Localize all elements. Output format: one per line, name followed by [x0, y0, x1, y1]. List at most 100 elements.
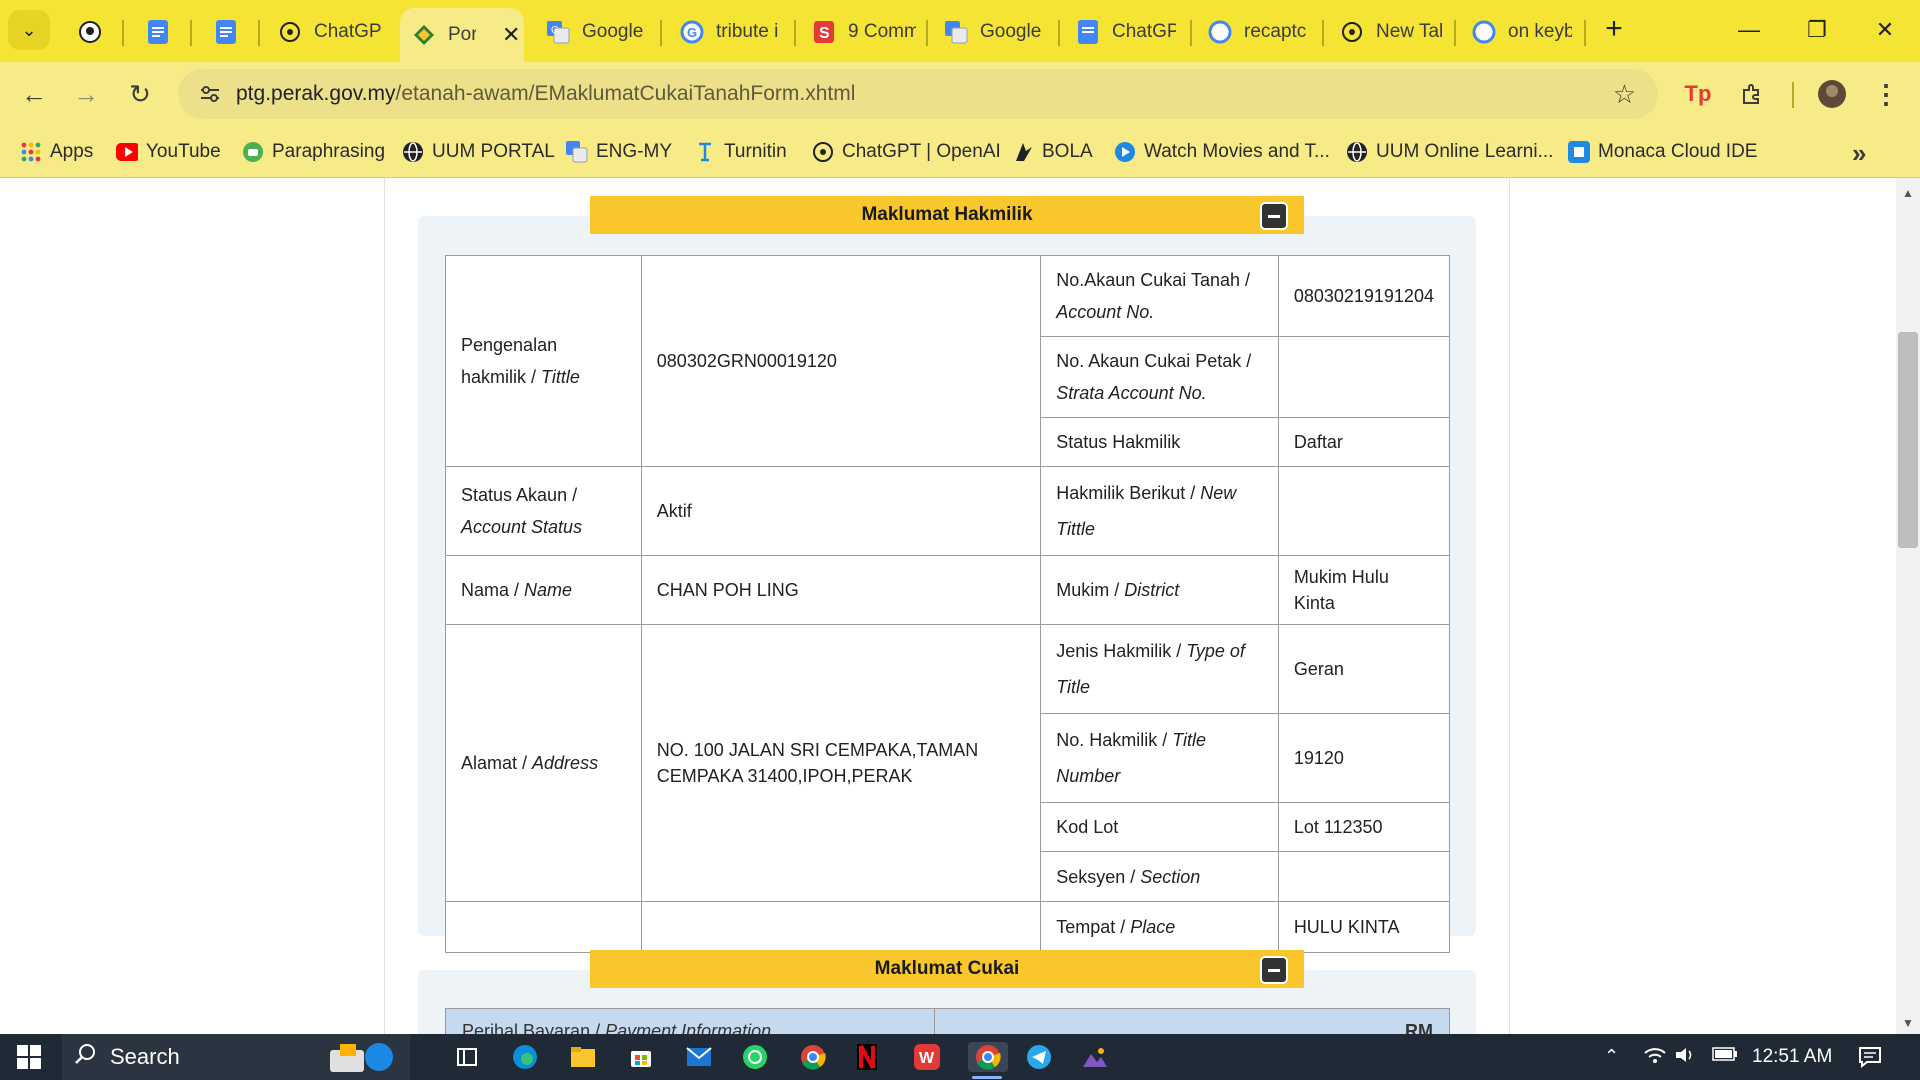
bookmarks-overflow-icon[interactable]: » — [1852, 138, 1866, 169]
url-text: ptg.perak.gov.my/etanah-awam/EMaklumatCu… — [236, 82, 855, 106]
bookmark-eng-my[interactable]: ENG-MY — [566, 138, 672, 166]
title-number-label: No. Hakmilik / Title Number — [1040, 713, 1279, 803]
chrome-icon[interactable] — [798, 1042, 828, 1072]
tab-comments[interactable]: S 9 Comm — [812, 12, 916, 52]
lot-code-value: Lot 112350 — [1277, 802, 1451, 852]
new-tab-button[interactable]: + — [1596, 12, 1632, 48]
task-view-icon[interactable] — [452, 1042, 482, 1072]
address-bar[interactable]: ptg.perak.gov.my/etanah-awam/EMaklumatCu… — [178, 69, 1658, 119]
tab-title: 9 Comm — [848, 21, 916, 42]
store-icon[interactable] — [626, 1042, 656, 1072]
tab-title: New Tal — [1376, 21, 1444, 42]
tab-separator — [1322, 20, 1324, 46]
extensions-puzzle-icon[interactable] — [1730, 72, 1774, 116]
forward-button[interactable]: → — [64, 72, 108, 116]
title-number-value: 19120 — [1277, 713, 1451, 803]
district-label: Mukim / District — [1040, 555, 1279, 625]
tab-google-translate[interactable]: G Google — [546, 12, 648, 52]
tab-on-keyboard[interactable]: on keyb — [1472, 12, 1572, 52]
profile-avatar[interactable] — [1810, 72, 1854, 116]
google-icon: G — [680, 20, 704, 44]
globe-icon — [402, 141, 424, 163]
file-explorer-icon[interactable] — [568, 1042, 598, 1072]
scroll-up-arrow-icon[interactable]: ▲ — [1902, 186, 1914, 200]
bookmark-uum-portal[interactable]: UUM PORTAL — [402, 138, 555, 166]
collapse-button[interactable] — [1260, 202, 1288, 230]
tab-chatgpt-doc[interactable]: ChatGP — [1076, 12, 1176, 52]
tab-recaptcha[interactable]: recaptc — [1208, 12, 1310, 52]
bookmark-paraphrasing[interactable]: Paraphrasing — [242, 138, 385, 166]
windows-start-icon[interactable] — [14, 1042, 44, 1072]
wps-office-icon[interactable]: W — [912, 1042, 942, 1072]
search-icon — [74, 1043, 96, 1071]
site-settings-icon[interactable] — [184, 82, 236, 106]
cukai-panel-header: Maklumat Cukai — [590, 950, 1304, 988]
tab-separator — [1058, 20, 1060, 46]
table-row: Alamat / Address NO. 100 JALAN SRI CEMPA… — [445, 624, 1451, 902]
taskbar-search-box[interactable]: Search — [62, 1034, 410, 1080]
wifi-icon[interactable] — [1644, 1046, 1666, 1069]
bookmark-label: BOLA — [1042, 141, 1093, 162]
district-value: Mukim Hulu Kinta — [1277, 555, 1451, 625]
github-tab[interactable] — [78, 12, 104, 52]
scrollbar-thumb[interactable] — [1898, 332, 1918, 548]
bookmark-star-icon[interactable]: ☆ — [1613, 79, 1636, 110]
minimize-button[interactable]: — — [1714, 8, 1784, 52]
empty-cell — [445, 901, 642, 953]
bookmark-bola[interactable]: BOLA — [1012, 138, 1093, 166]
close-icon[interactable]: ✕ — [502, 22, 520, 48]
kebab-menu-icon[interactable]: ⋮ — [1864, 72, 1908, 116]
tab-separator — [926, 20, 928, 46]
bookmark-label: UUM Online Learni... — [1376, 141, 1554, 162]
bookmark-turnitin[interactable]: Turnitin — [694, 138, 787, 166]
tab-separator — [1454, 20, 1456, 46]
tab-separator — [122, 20, 124, 46]
show-hidden-icons-icon[interactable]: ⌃ — [1604, 1046, 1619, 1067]
netflix-icon[interactable] — [852, 1042, 882, 1072]
docs-tab-1[interactable] — [146, 12, 176, 52]
bookmark-monaca[interactable]: Monaca Cloud IDE — [1568, 138, 1757, 166]
mail-icon[interactable] — [684, 1042, 714, 1072]
account-no-value: 08030219191204 — [1277, 255, 1451, 337]
perak-logo-icon — [412, 23, 436, 47]
tab-new-tab[interactable]: New Tal — [1340, 12, 1444, 52]
telegram-icon[interactable] — [1024, 1042, 1054, 1072]
page-scrollbar[interactable] — [1896, 178, 1920, 1034]
scroll-down-arrow-icon[interactable]: ▼ — [1902, 1016, 1914, 1030]
title-id-label: Pengenalan hakmilik / Tittle — [445, 255, 642, 467]
notifications-icon[interactable] — [1858, 1046, 1882, 1073]
bookmark-uum-online[interactable]: UUM Online Learni... — [1346, 138, 1553, 166]
tp-extension-icon[interactable]: Tp — [1676, 72, 1720, 116]
bola-icon — [1012, 141, 1034, 163]
reload-button[interactable]: ↻ — [118, 72, 162, 116]
tab-portal-active[interactable]: Portal ✕ — [400, 8, 524, 62]
taskbar-clock[interactable]: 12:51 AM — [1752, 1046, 1832, 1068]
docs-tab-2[interactable] — [214, 12, 244, 52]
tab-search-button[interactable]: ⌄ — [8, 10, 50, 50]
back-button[interactable]: ← — [12, 72, 56, 116]
whatsapp-icon[interactable] — [740, 1042, 770, 1072]
bookmark-label: Watch Movies and T... — [1144, 141, 1330, 162]
bookmark-label: Apps — [50, 141, 94, 162]
tab-google-translate-2[interactable]: Google — [944, 12, 1046, 52]
tab-tribute[interactable]: G tribute i — [680, 12, 780, 52]
google-icon — [1208, 20, 1232, 44]
layout-divider — [1509, 178, 1510, 1034]
close-window-button[interactable]: ✕ — [1850, 8, 1920, 52]
status-hakmilik-value: Daftar — [1277, 417, 1451, 467]
edge-icon[interactable] — [510, 1042, 540, 1072]
collapse-button[interactable] — [1260, 956, 1288, 984]
bookmark-watch-movies[interactable]: Watch Movies and T... — [1114, 138, 1330, 166]
chrome-active-icon[interactable] — [968, 1042, 1008, 1072]
bookmark-chatgpt[interactable]: ChatGPT | OpenAI — [812, 138, 1001, 166]
restore-button[interactable]: ❐ — [1782, 8, 1852, 52]
account-status-value: Aktif — [640, 466, 1042, 556]
photos-icon[interactable] — [1080, 1042, 1110, 1072]
volume-icon[interactable] — [1674, 1046, 1696, 1069]
bookmark-youtube[interactable]: YouTube — [116, 138, 221, 166]
tab-chatgpt[interactable]: ChatGPT — [278, 12, 382, 52]
tab-title: ChatGP — [1112, 21, 1176, 42]
google-translate-icon — [944, 20, 968, 44]
bookmark-apps[interactable]: Apps — [20, 138, 93, 166]
battery-icon[interactable] — [1712, 1046, 1738, 1067]
